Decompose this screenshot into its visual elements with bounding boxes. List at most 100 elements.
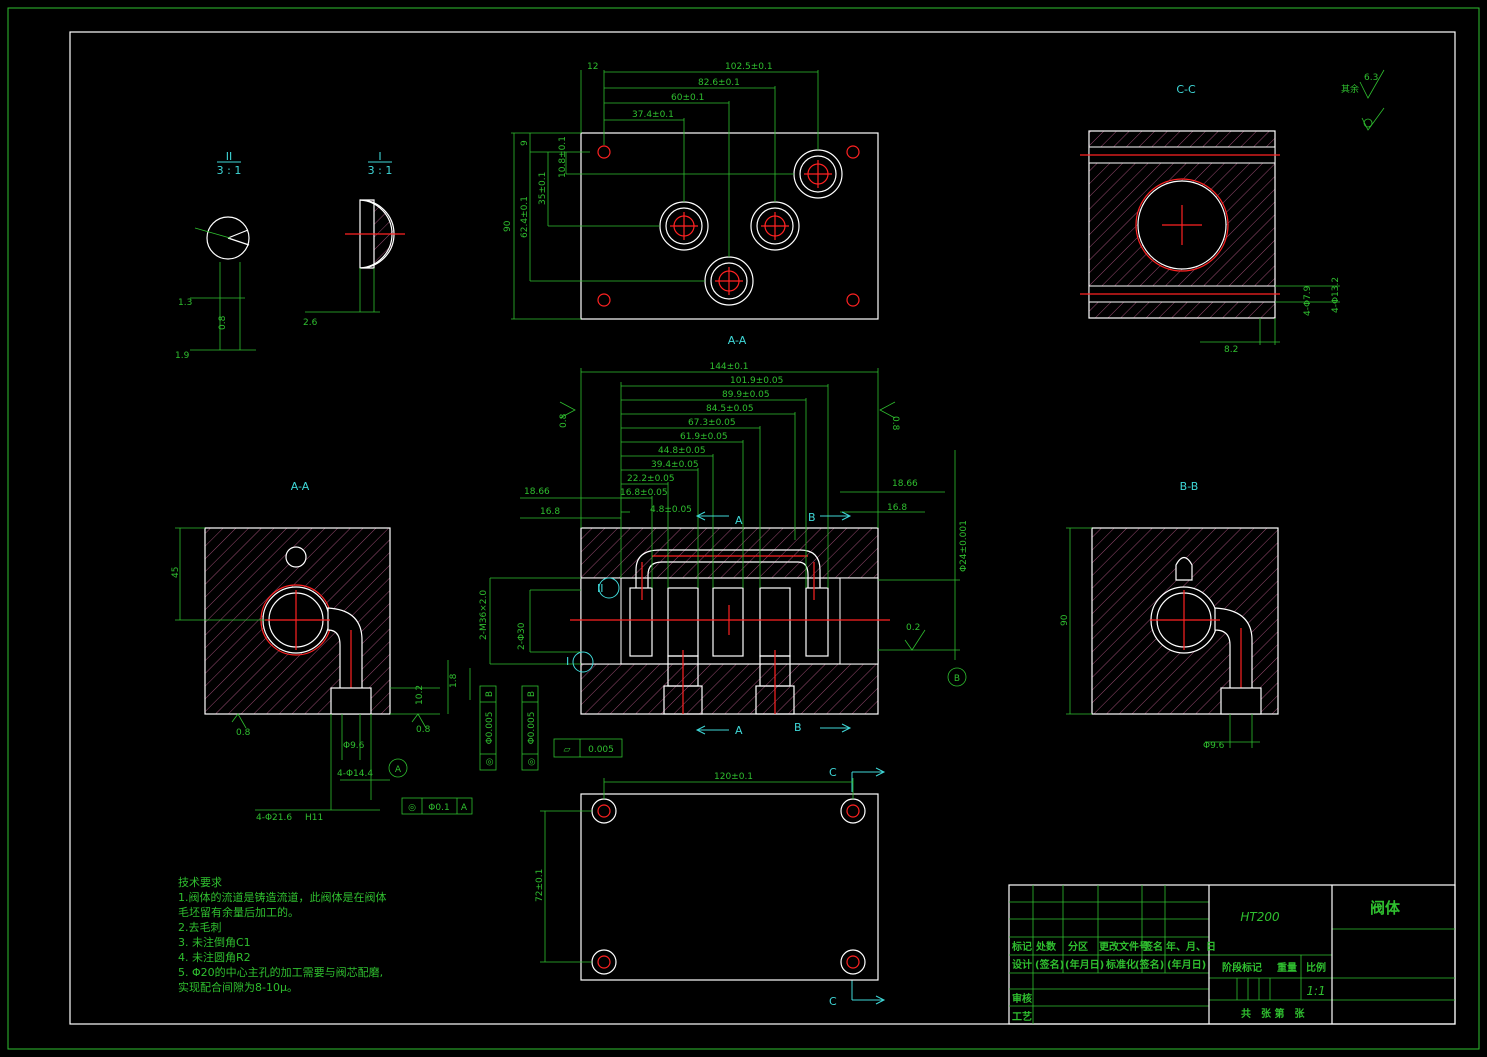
design-sign: (签名)	[1035, 958, 1064, 971]
detail-dim-4: 0.8	[218, 315, 228, 330]
surface-rest-label: 其余	[1341, 83, 1359, 95]
section-marker-a-bottom: A	[735, 724, 743, 737]
bottom-dim-72: 72±0.1	[535, 869, 545, 902]
cc-section-label: C-C	[1176, 83, 1196, 96]
main-dim-101: 101.9±0.05	[730, 376, 783, 386]
main-dim-0-2: 0.2	[906, 623, 920, 633]
tol-f2-symbol: ◎	[527, 758, 537, 766]
tol-f3-symbol: ▱	[564, 745, 571, 755]
main-dim-44: 44.8±0.05	[658, 446, 706, 456]
cc-dim-2: 4-Φ13.2	[1331, 277, 1341, 313]
top-view: 12 102.5±0.1 82.6±0.1 60±0.1 37.4±0.1 9 …	[503, 62, 879, 347]
scale-value: 1:1	[1306, 984, 1325, 998]
hdr-sign: 签名	[1142, 940, 1163, 953]
top-dim-9: 9	[520, 140, 530, 146]
main-section: 144±0.1 101.9±0.05 89.9±0.05 84.5±0.05 6…	[449, 362, 969, 1008]
tech-line-2: 毛坯留有余量后加工的。	[178, 905, 299, 919]
tech-line-1: 1.阀体的流道是铸造流道，此阀体是在阀体	[178, 890, 387, 904]
top-dim-60: 60±0.1	[671, 93, 704, 103]
main-dim-16-r: 16.8	[887, 503, 907, 513]
weight-label: 重量	[1277, 961, 1297, 974]
top-dim-12: 12	[587, 62, 598, 72]
detail-i-callout: I	[566, 655, 569, 668]
left-section-label: A-A	[291, 480, 310, 493]
right-section: B-B 90 Φ9.6	[1060, 480, 1279, 751]
right-dim-90: 90	[1060, 614, 1070, 626]
section-marker-b-top: B	[808, 511, 816, 524]
tech-line-4: 3. 未注倒角C1	[178, 935, 251, 949]
main-dim-1-8: 1.8	[449, 673, 459, 688]
tech-line-5: 4. 未注圆角R2	[178, 950, 251, 964]
stage-mark: 阶段标记	[1222, 961, 1262, 974]
main-dim-16a: 16.8±0.05	[620, 488, 668, 498]
section-marker-b-bottom: B	[794, 721, 802, 734]
tech-line-7: 实现配合间隙为8-10μ。	[178, 980, 298, 994]
cc-dim-3: 8.2	[1224, 345, 1238, 355]
main-dim-phi24: Φ24±0.001	[959, 520, 969, 572]
sheets-label: 共 张 第 张	[1241, 1007, 1305, 1020]
material: HT200	[1240, 910, 1280, 924]
detail-ii-scale: 3 : 1	[217, 164, 242, 177]
process-label: 工艺	[1012, 1010, 1032, 1023]
design-label: 设计	[1012, 958, 1032, 971]
main-dim-89: 89.9±0.05	[722, 390, 770, 400]
tol-f4-value: Φ0.1	[428, 803, 449, 813]
detail-i-label: I	[378, 150, 381, 163]
standard-date: (年月日)	[1167, 958, 1206, 971]
section-marker-c-bottom: C	[829, 995, 837, 1008]
title-block: HT200 阀体 标记 处数 分区 更改文件号 签名 年、月、日 设计 (签名)…	[1008, 884, 1456, 1025]
standard-sign: (签名)	[1135, 958, 1164, 971]
left-section: A-A 45 0.8 0.8 Φ9.6 4-Φ14.4 4-Φ21.6 H11 …	[171, 480, 449, 823]
main-dim-phi30: 2-Φ30	[517, 622, 527, 650]
main-dim-22: 22.2±0.05	[627, 474, 675, 484]
cc-section: C-C 4-Φ7.9 4-Φ13.2 8.2	[1080, 83, 1341, 355]
main-dim-0-8a: 0.8	[559, 413, 569, 428]
main-dim-18-r: 18.66	[892, 479, 918, 489]
detail-i-scale: 3 : 1	[368, 164, 393, 177]
main-dim-16-l: 16.8	[540, 507, 560, 517]
main-dim-18-l: 18.66	[524, 487, 550, 497]
tol-f4-symbol: ◎	[408, 803, 416, 813]
left-dim-phi14-4: 4-Φ14.4	[337, 769, 373, 779]
main-dim-61: 61.9±0.05	[680, 432, 728, 442]
scale-label: 比例	[1306, 961, 1326, 974]
main-dim-0-8b: 0.8	[890, 416, 900, 431]
top-dim-37: 37.4±0.1	[632, 110, 674, 120]
tech-line-3: 2.去毛刺	[178, 921, 222, 934]
left-dim-10-2: 10.2	[415, 685, 425, 705]
tol-f1-datum: B	[485, 691, 495, 697]
detail-views: II 3 : 1 1.3 1.9 0.8 I 3 : 1 2.6	[175, 150, 405, 361]
part-name: 阀体	[1370, 899, 1401, 917]
main-dim-67: 67.3±0.05	[688, 418, 736, 428]
tol-f2-datum: B	[527, 691, 537, 697]
top-dim-10: 10.8±0.1	[558, 136, 568, 178]
tol-f4-datum: A	[461, 803, 468, 813]
detail-ii-label: II	[226, 150, 233, 163]
top-dim-90: 90	[503, 220, 513, 232]
top-dim-62: 62.4±0.1	[520, 196, 530, 238]
detail-dim-2: 1.9	[175, 351, 190, 361]
right-section-label: B-B	[1180, 480, 1199, 493]
left-dim-h11: H11	[305, 813, 323, 823]
top-dim-102: 102.5±0.1	[725, 62, 773, 72]
left-dim-0-8b: 0.8	[416, 725, 431, 735]
tol-f1-symbol: ◎	[485, 758, 495, 766]
cc-dim-1: 4-Φ7.9	[1303, 285, 1313, 316]
main-dim-m36: 2-M36×2.0	[479, 590, 489, 640]
top-section-label: A-A	[728, 334, 747, 347]
left-dim-45: 45	[171, 567, 181, 578]
hdr-zone: 分区	[1068, 940, 1088, 953]
cad-drawing: II 3 : 1 1.3 1.9 0.8 I 3 : 1 2.6 12 102.…	[7, 7, 1480, 1050]
surface-roughness-symbol: 6.3 其余	[1341, 69, 1385, 131]
datum-a: A	[395, 765, 402, 775]
main-dim-144: 144±0.1	[709, 362, 748, 372]
hdr-change-doc: 更改文件号	[1099, 940, 1149, 953]
tech-line-6: 5. Φ20的中心主孔的加工需要与阀芯配磨,	[178, 965, 383, 979]
detail-dim-1: 1.3	[178, 298, 192, 308]
hdr-mark: 标记	[1011, 940, 1032, 953]
bottom-view: 120±0.1 72±0.1	[535, 772, 879, 981]
tol-f3-value: 0.005	[588, 745, 614, 755]
main-dim-39: 39.4±0.05	[651, 460, 699, 470]
detail-ii-callout: II	[597, 582, 604, 595]
top-dim-82: 82.6±0.1	[698, 78, 740, 88]
